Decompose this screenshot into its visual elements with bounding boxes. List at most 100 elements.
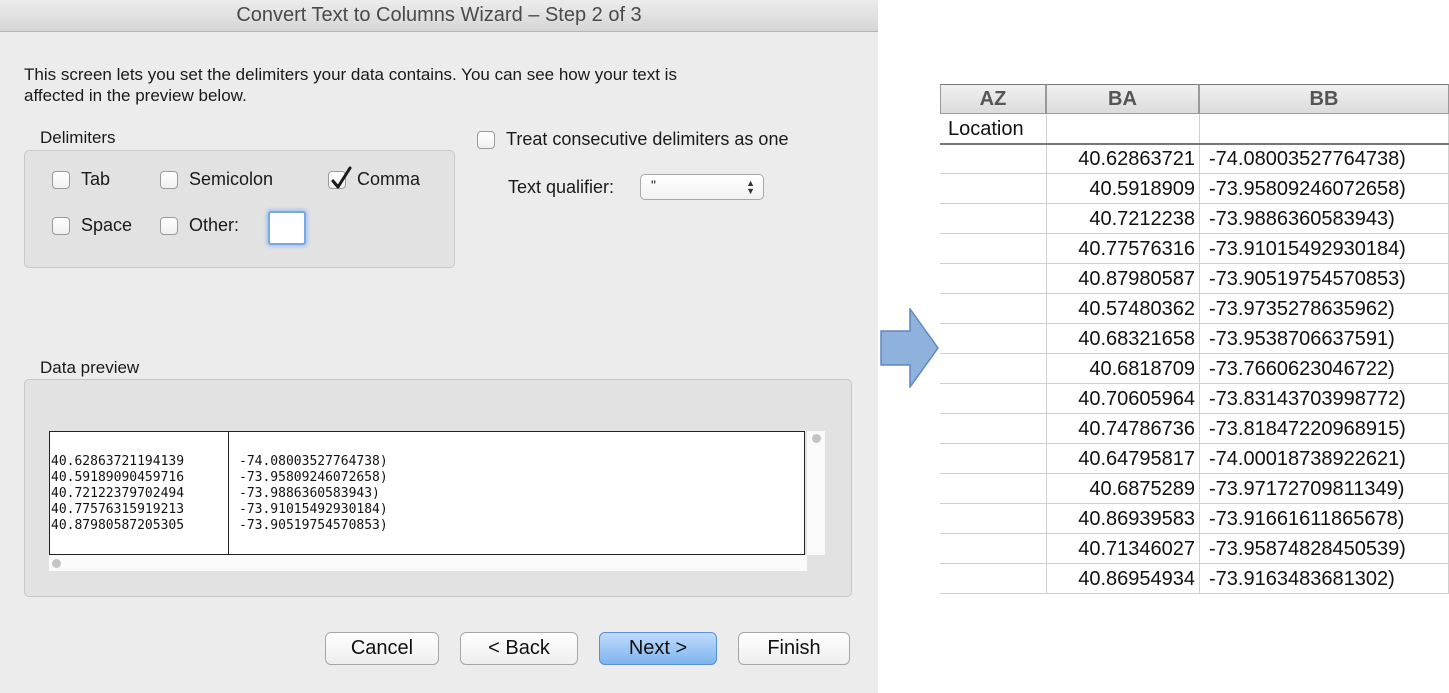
text-qualifier-value: " (651, 177, 656, 193)
spreadsheet-cell[interactable]: 40.87980587 (1046, 264, 1199, 294)
data-preview-label: Data preview (40, 358, 140, 377)
spreadsheet-cell[interactable]: 40.86939583 (1046, 504, 1199, 534)
column-header-ba[interactable]: BA (1046, 84, 1199, 114)
gridline (1199, 114, 1200, 594)
comma-checkbox[interactable]: Comma (328, 166, 421, 190)
spreadsheet-cell[interactable]: -73.90519754570853) (1199, 264, 1449, 294)
spreadsheet-cell[interactable]: 40.71346027 (1046, 534, 1199, 564)
data-preview-table[interactable]: 40.62863721194139 40.59189090459716 40.7… (49, 431, 805, 555)
spreadsheet-cell[interactable] (940, 324, 1046, 354)
spreadsheet-cell[interactable]: -74.00018738922621) (1199, 444, 1449, 474)
preview-cell: 40.62863721194139 (51, 454, 185, 469)
spreadsheet-cell[interactable]: 40.6875289 (1046, 474, 1199, 504)
spreadsheet-cell[interactable] (940, 504, 1046, 534)
spreadsheet-cell[interactable] (940, 534, 1046, 564)
intro-text: This screen lets you set the delimiters … (24, 65, 677, 105)
spreadsheet-cell[interactable]: 40.64795817 (1046, 444, 1199, 474)
preview-cell: 40.72122379702494 (51, 486, 185, 501)
spreadsheet-cell[interactable] (940, 444, 1046, 474)
space-label: Space (81, 215, 133, 235)
semicolon-label: Semicolon (189, 169, 274, 189)
spreadsheet-cell[interactable]: -73.97172709811349) (1199, 474, 1449, 504)
window-title: Convert Text to Columns Wizard – Step 2 … (0, 0, 878, 32)
preview-column-2-values[interactable]: -74.08003527764738) -73.95809246072658) … (239, 454, 388, 534)
preview-cell: -73.91015492930184) (239, 502, 388, 517)
right-arrow-icon (880, 308, 939, 388)
preview-cell: 40.77576315919213 (51, 502, 185, 517)
preview-vertical-scrollbar[interactable] (807, 431, 825, 555)
spreadsheet-cell[interactable]: 40.77576316 (1046, 234, 1199, 264)
spreadsheet-cell[interactable]: 40.62863721 (1046, 144, 1199, 174)
spreadsheet-cell[interactable] (940, 294, 1046, 324)
header-row-cell[interactable] (1046, 114, 1199, 144)
delimiters-group (24, 150, 455, 268)
spreadsheet-cell[interactable] (940, 564, 1046, 594)
spreadsheet-cell[interactable]: -73.9886360583943) (1199, 204, 1449, 234)
checkbox-icon (477, 130, 495, 149)
back-button[interactable]: < Back (460, 632, 578, 665)
spreadsheet-cell[interactable]: -73.95809246072658) (1199, 174, 1449, 204)
cancel-button[interactable]: Cancel (325, 632, 439, 665)
gridline (1046, 114, 1047, 594)
checkmark-icon (328, 166, 352, 189)
semicolon-checkbox[interactable]: Semicolon (160, 169, 273, 190)
next-button[interactable]: Next > (599, 632, 717, 665)
spreadsheet-cell[interactable]: 40.86954934 (1046, 564, 1199, 594)
spreadsheet-cell[interactable]: 40.7212238 (1046, 204, 1199, 234)
spreadsheet-cell[interactable]: -73.9538706637591) (1199, 324, 1449, 354)
spreadsheet-cell[interactable]: -73.95874828450539) (1199, 534, 1449, 564)
spreadsheet-cell[interactable] (940, 474, 1046, 504)
scroll-knob[interactable] (812, 434, 821, 443)
comma-label: Comma (357, 169, 421, 189)
delimiters-group-label: Delimiters (40, 128, 116, 147)
header-row-cell[interactable]: Location (940, 114, 1046, 144)
spreadsheet-cell[interactable]: -73.9735278635962) (1199, 294, 1449, 324)
preview-column-1-values: 40.62863721194139 40.59189090459716 40.7… (51, 454, 184, 534)
spreadsheet-cell[interactable]: -73.9163483681302) (1199, 564, 1449, 594)
spreadsheet-cell[interactable] (940, 174, 1046, 204)
tab-checkbox[interactable]: Tab (52, 169, 110, 190)
spreadsheet-cell[interactable] (940, 144, 1046, 174)
other-checkbox[interactable]: Other: (160, 215, 239, 236)
spreadsheet-cell[interactable]: 40.74786736 (1046, 414, 1199, 444)
spreadsheet: AZ BA BB Location 40.62863721 -74.08003527… (940, 84, 1449, 614)
spreadsheet-cell[interactable]: -73.81847220968915) (1199, 414, 1449, 444)
spreadsheet-cell[interactable] (940, 234, 1046, 264)
column-header-az[interactable]: AZ (940, 84, 1046, 114)
preview-column-1[interactable]: 40.62863721194139 40.59189090459716 40.7… (50, 432, 229, 554)
preview-cell: 40.59189090459716 (51, 470, 185, 485)
preview-cell: -73.9886360583943) (239, 486, 380, 501)
spreadsheet-cell[interactable]: -73.91015492930184) (1199, 234, 1449, 264)
spreadsheet-cell[interactable]: -73.83143703998772) (1199, 384, 1449, 414)
spreadsheet-cell[interactable]: -74.08003527764738) (1199, 144, 1449, 174)
column-header-bb[interactable]: BB (1199, 84, 1449, 114)
spreadsheet-cell[interactable]: -73.7660623046722) (1199, 354, 1449, 384)
spreadsheet-cell[interactable] (940, 204, 1046, 234)
checkbox-icon (52, 216, 70, 235)
spreadsheet-cell[interactable]: 40.70605964 (1046, 384, 1199, 414)
updown-arrows-icon: ▲ ▼ (746, 178, 755, 196)
text-qualifier-label: Text qualifier: (508, 177, 615, 197)
preview-cell: -73.95809246072658) (239, 470, 388, 485)
scroll-knob[interactable] (52, 559, 61, 568)
preview-cell: -73.90519754570853) (239, 518, 388, 533)
finish-button[interactable]: Finish (738, 632, 850, 665)
spreadsheet-cell[interactable]: 40.68321658 (1046, 324, 1199, 354)
spreadsheet-cell[interactable] (940, 384, 1046, 414)
preview-cell: 40.87980587205305 (51, 518, 185, 533)
other-delimiter-input[interactable] (268, 211, 306, 245)
header-row-cell[interactable] (1199, 114, 1449, 144)
space-checkbox[interactable]: Space (52, 215, 132, 236)
consecutive-delimiters-checkbox[interactable]: Treat consecutive delimiters as one (477, 129, 788, 150)
text-qualifier-select[interactable]: " ▲ ▼ (640, 174, 764, 200)
spreadsheet-cell[interactable] (940, 264, 1046, 294)
spreadsheet-cell[interactable] (940, 354, 1046, 384)
spreadsheet-cell[interactable]: 40.5918909 (1046, 174, 1199, 204)
header-separator (940, 143, 1449, 145)
preview-horizontal-scrollbar[interactable] (49, 555, 807, 571)
spreadsheet-cell[interactable] (940, 414, 1046, 444)
spreadsheet-cell[interactable]: -73.91661611865678) (1199, 504, 1449, 534)
spreadsheet-cell[interactable]: 40.57480362 (1046, 294, 1199, 324)
tab-label: Tab (81, 169, 111, 189)
spreadsheet-cell[interactable]: 40.6818709 (1046, 354, 1199, 384)
